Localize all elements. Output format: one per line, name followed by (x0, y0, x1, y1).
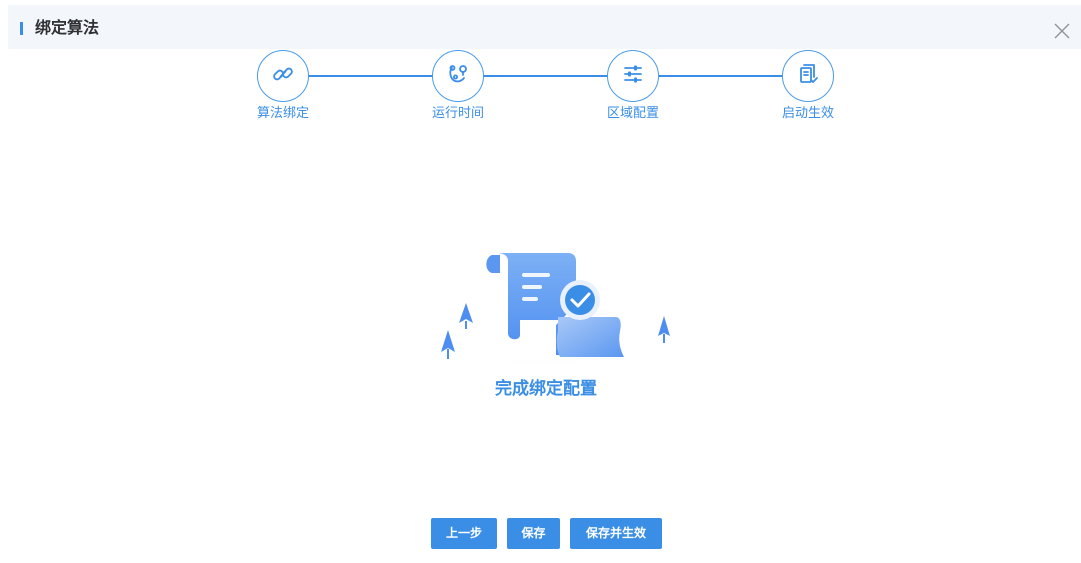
step-2-label: 运行时间 (431, 106, 484, 121)
scroll-check-illustration (380, 245, 710, 413)
save-and-activate-button[interactable]: 保存并生效 (570, 518, 662, 549)
prev-step-button[interactable]: 上一步 (431, 518, 497, 549)
close-icon[interactable] (1052, 21, 1072, 41)
step-3-label: 区域配置 (606, 106, 659, 121)
step-4-label: 启动生效 (781, 106, 834, 121)
step-3-circle[interactable] (607, 50, 659, 102)
step-connector (659, 75, 784, 77)
clock-route-icon (446, 62, 470, 90)
sliders-icon (621, 62, 645, 90)
step-2-circle[interactable] (432, 50, 484, 102)
step-connector (484, 75, 609, 77)
dialog-title: 绑定算法 (35, 18, 100, 37)
document-check-icon (796, 62, 820, 90)
step-connector (309, 75, 434, 77)
title-accent-bar (20, 22, 23, 35)
dialog-header: 绑定算法 (8, 5, 1081, 49)
completion-message: 完成绑定配置 (495, 379, 597, 399)
step-1-label: 算法绑定 (256, 106, 309, 121)
save-button[interactable]: 保存 (507, 518, 560, 549)
link-icon (271, 62, 295, 90)
step-4-circle[interactable] (782, 50, 834, 102)
step-1-circle[interactable] (257, 50, 309, 102)
